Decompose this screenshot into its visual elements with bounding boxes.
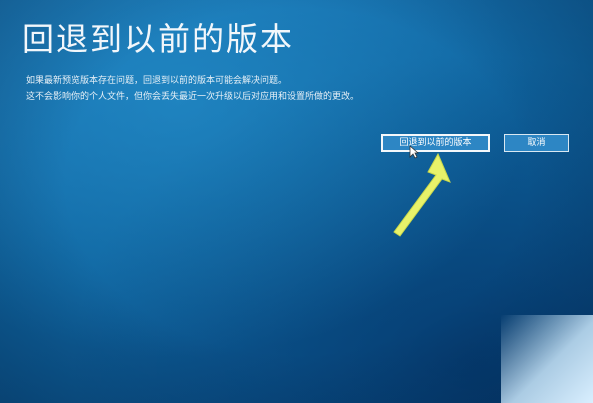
mouse-cursor-icon (409, 145, 419, 159)
description-line-2: 这不会影响你的个人文件，但你会丢失最近一次升级以后对应用和设置所做的更改。 (26, 92, 360, 102)
page-title: 回退到以前的版本 (22, 20, 295, 58)
description-line-1: 如果最新预览版本存在问题，回退到以前的版本可能会解决问题。 (26, 76, 288, 86)
rollback-button[interactable]: 回退到以前的版本 (381, 134, 490, 152)
arrow-annotation-icon (393, 152, 451, 237)
rollback-screen: 回退到以前的版本 如果最新预览版本存在问题，回退到以前的版本可能会解决问题。 这… (0, 0, 593, 403)
corner-glare (501, 315, 593, 403)
description: 如果最新预览版本存在问题，回退到以前的版本可能会解决问题。 这不会影响你的个人文… (26, 73, 359, 105)
cancel-button[interactable]: 取消 (504, 134, 569, 152)
